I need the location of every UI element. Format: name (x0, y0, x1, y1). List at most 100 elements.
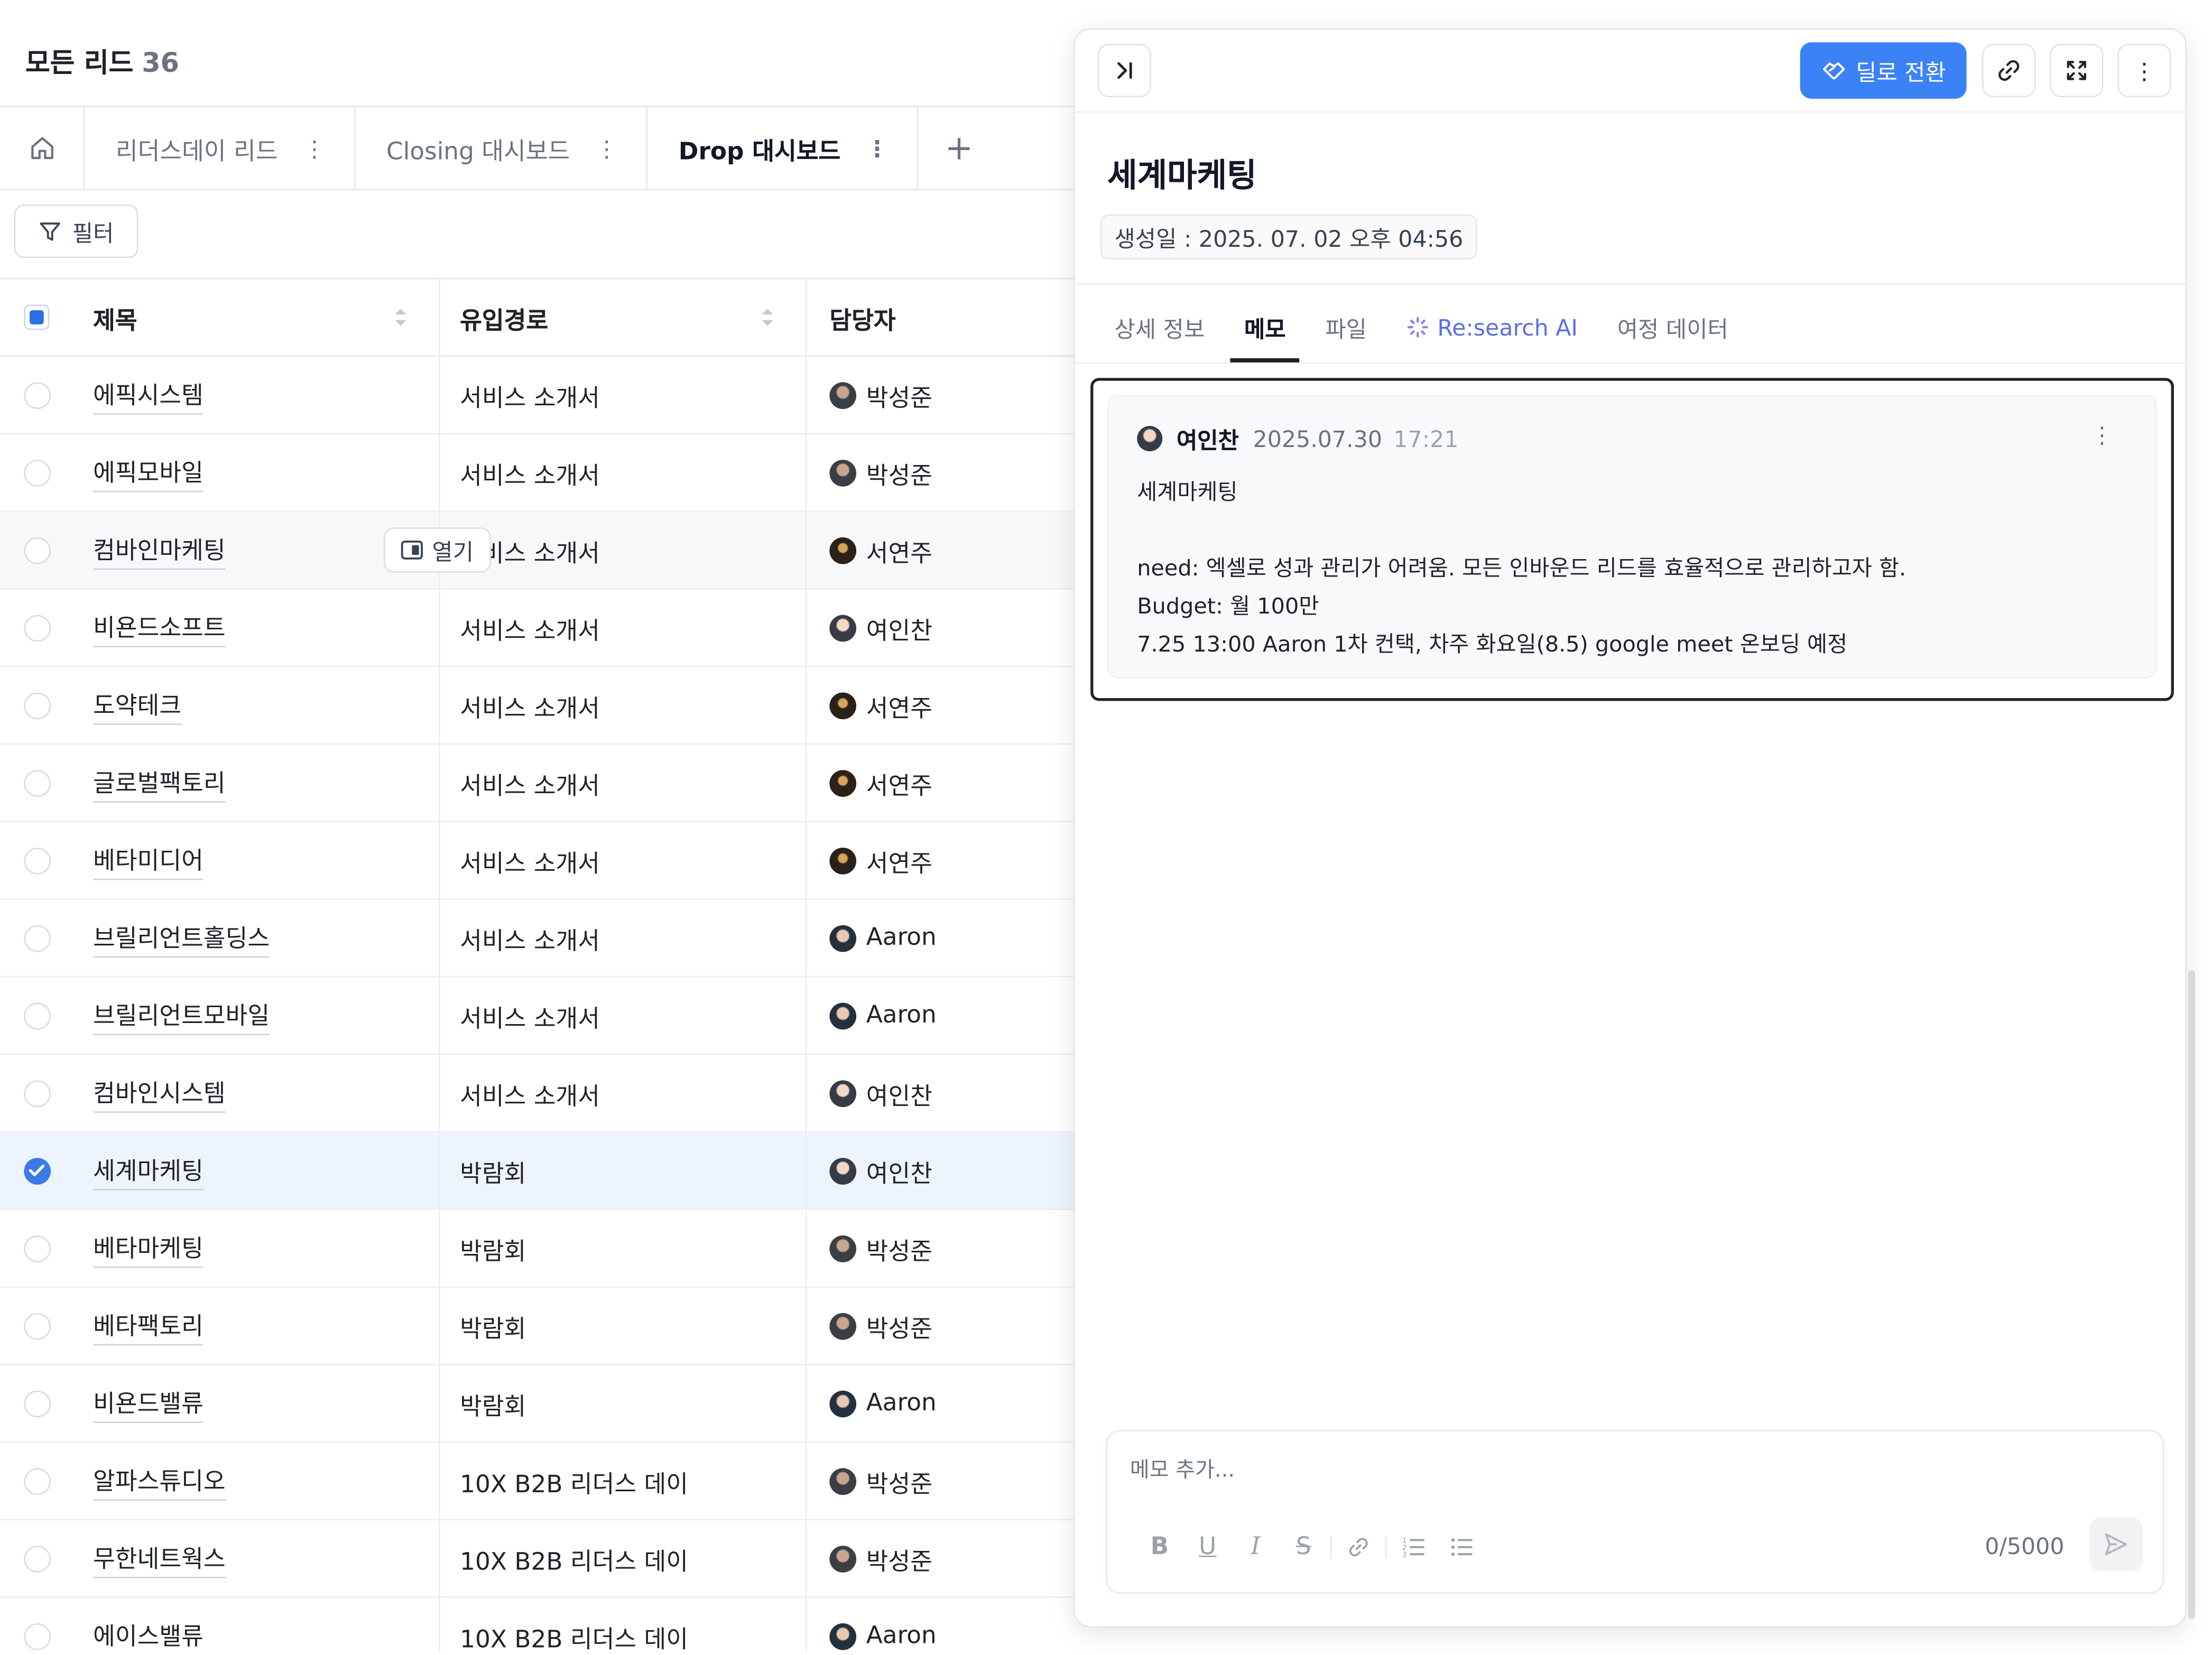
lead-title[interactable]: 에이스밸류 (93, 1616, 203, 1653)
add-tab-button[interactable]: + (918, 107, 1000, 189)
table-row[interactable]: 컴바인시스템 서비스 소개서 여인찬 (0, 1055, 1100, 1133)
lead-title[interactable]: 베타팩토리 (93, 1306, 203, 1346)
row-checkbox[interactable] (23, 1390, 50, 1417)
lead-title[interactable]: 도약테크 (93, 685, 182, 725)
row-checkbox[interactable] (23, 381, 50, 408)
table-row[interactable]: 비욘드밸류 박람회 Aaron (0, 1365, 1100, 1443)
collapse-panel-button[interactable] (1097, 43, 1151, 98)
ordered-list-button[interactable]: 123 (1390, 1528, 1438, 1567)
table-row[interactable]: 브릴리언트홀딩스 서비스 소개서 Aaron (0, 899, 1100, 978)
memo-item-focus[interactable]: 여인찬 2025.07.30 17:21 ⋮ 세계마케팅 need: 엑셀로 성… (1090, 378, 2174, 701)
tab-label: 리더스데이 리드 (115, 137, 278, 166)
copy-link-button[interactable] (1982, 43, 2036, 98)
lead-detail-title: 세계마케팅 (1107, 157, 1257, 195)
tab-leadersday[interactable]: 리더스데이 리드 ⋮ (85, 107, 356, 189)
row-checkbox[interactable] (23, 614, 50, 641)
send-memo-button[interactable] (2089, 1517, 2143, 1572)
row-checkbox-checked[interactable] (23, 1157, 50, 1184)
column-owner-header[interactable]: 담당자 (829, 300, 895, 335)
table-row[interactable]: 도약테크 서비스 소개서 서연주 (0, 667, 1100, 745)
lead-title[interactable]: 비욘드밸류 (93, 1383, 203, 1424)
row-checkbox[interactable] (23, 1002, 50, 1029)
table-row[interactable]: 비욘드소프트 서비스 소개서 여인찬 (0, 589, 1100, 667)
lead-title[interactable]: 컴바인마케팅 (93, 531, 226, 570)
more-options-button[interactable]: ⋮ (2117, 43, 2171, 98)
expand-button[interactable] (2050, 43, 2104, 98)
row-checkbox[interactable] (23, 769, 50, 796)
table-row[interactable]: 베타팩토리 박람회 박성준 (0, 1287, 1100, 1365)
underline-button[interactable]: U (1183, 1528, 1232, 1567)
row-checkbox[interactable] (23, 1545, 50, 1572)
convert-to-deal-button[interactable]: 딜로 전환 (1800, 42, 1967, 99)
tab-detail-info[interactable]: 상세 정보 (1115, 292, 1205, 362)
tab-drop[interactable]: Drop 대시보드 ⋮ (647, 107, 919, 189)
divider (1075, 111, 2186, 113)
table-row[interactable]: 에픽모바일 서비스 소개서 박성준 (0, 434, 1100, 512)
row-checkbox[interactable] (23, 924, 50, 952)
lead-title[interactable]: 브릴리언트홀딩스 (93, 918, 270, 958)
row-checkbox[interactable] (23, 459, 50, 486)
table-row[interactable]: 에이스밸류 10X B2B 리더스 데이 Aaron (0, 1597, 1100, 1653)
tab-closing[interactable]: Closing 대시보드 ⋮ (355, 107, 648, 189)
lead-title[interactable]: 컴바인시스템 (93, 1073, 226, 1113)
underline-icon: U (1199, 1533, 1217, 1561)
lead-title[interactable]: 베타미디어 (93, 841, 203, 880)
table-row[interactable]: 베타마케팅 박람회 박성준 (0, 1210, 1100, 1288)
tab-journey-data[interactable]: 여정 데이터 (1617, 292, 1728, 362)
table-row[interactable]: 글로벌팩토리 서비스 소개서 서연주 (0, 745, 1100, 823)
sort-icon[interactable] (394, 308, 408, 327)
row-checkbox[interactable] (23, 847, 50, 874)
filter-button[interactable]: 필터 (14, 204, 138, 258)
table-row-selected[interactable]: 세계마케팅 박람회 여인찬 (0, 1132, 1100, 1211)
lead-title[interactable]: 세계마케팅 (93, 1151, 203, 1191)
lead-title[interactable]: 브릴리언트모바일 (93, 996, 270, 1036)
lead-title[interactable]: 에픽시스템 (93, 375, 203, 415)
lead-title[interactable]: 비욘드소프트 (93, 608, 226, 648)
tab-menu-icon[interactable]: ⋮ (595, 135, 618, 162)
tab-home[interactable] (0, 107, 85, 189)
lead-owner: 박성준 (866, 1315, 933, 1344)
avatar (829, 1234, 857, 1262)
tab-research-ai[interactable]: Re:search AI (1406, 292, 1578, 362)
table-row[interactable]: 컴바인마케팅 열기 서비스 소개서 서연주 (0, 512, 1100, 590)
lead-title[interactable]: 에픽모바일 (93, 453, 203, 492)
tab-files[interactable]: 파일 (1325, 292, 1367, 362)
row-checkbox[interactable] (23, 1312, 50, 1340)
row-checkbox[interactable] (23, 1467, 50, 1494)
memo-menu-icon[interactable]: ⋮ (2090, 422, 2113, 449)
tab-menu-icon[interactable]: ⋮ (866, 135, 888, 162)
column-source-header[interactable]: 유입경로 (460, 300, 548, 335)
lead-title[interactable]: 알파스튜디오 (93, 1461, 226, 1501)
table-row[interactable]: 알파스튜디오 10X B2B 리더스 데이 박성준 (0, 1443, 1100, 1521)
select-all-checkbox[interactable] (24, 304, 50, 330)
tab-memo[interactable]: 메모 (1229, 292, 1301, 362)
italic-button[interactable]: I (1232, 1528, 1280, 1567)
lead-title[interactable]: 베타마케팅 (93, 1229, 203, 1268)
open-button[interactable]: 열기 (383, 527, 491, 573)
table-row[interactable]: 브릴리언트모바일 서비스 소개서 Aaron (0, 977, 1100, 1055)
lead-owner: 박성준 (866, 1238, 933, 1266)
sort-icon[interactable] (761, 308, 775, 327)
bullet-list-button[interactable] (1438, 1528, 1486, 1567)
lead-title[interactable]: 글로벌팩토리 (93, 763, 226, 803)
table-row[interactable]: 에픽시스템 서비스 소개서 박성준 (0, 357, 1100, 435)
row-checkbox[interactable] (23, 692, 50, 719)
column-title-header[interactable]: 제목 (93, 300, 137, 335)
lead-title[interactable]: 무한네트웍스 (93, 1539, 226, 1578)
table-row[interactable]: 베타미디어 서비스 소개서 서연주 (0, 822, 1100, 900)
memo-input[interactable]: 메모 추가... (1130, 1454, 1235, 1484)
memo-line: 7.25 13:00 Aaron 1차 컨택, 차주 화요일(8.5) goog… (1137, 631, 1848, 657)
table-row[interactable]: 무한네트웍스 10X B2B 리더스 데이 박성준 (0, 1520, 1100, 1598)
lead-owner: 서연주 (866, 539, 933, 568)
bold-button[interactable]: B (1136, 1528, 1184, 1567)
scrollbar[interactable] (2188, 970, 2195, 1620)
link-button[interactable] (1335, 1528, 1383, 1567)
row-checkbox[interactable] (23, 536, 50, 564)
strikethrough-button[interactable]: S (1280, 1528, 1328, 1567)
tab-menu-icon[interactable]: ⋮ (303, 135, 326, 162)
row-checkbox[interactable] (23, 1622, 50, 1650)
row-checkbox[interactable] (23, 1234, 50, 1262)
row-checkbox[interactable] (23, 1080, 50, 1107)
ordered-list-icon: 123 (1402, 1537, 1425, 1558)
table-header: 제목 유입경로 담당자 (0, 277, 1100, 357)
